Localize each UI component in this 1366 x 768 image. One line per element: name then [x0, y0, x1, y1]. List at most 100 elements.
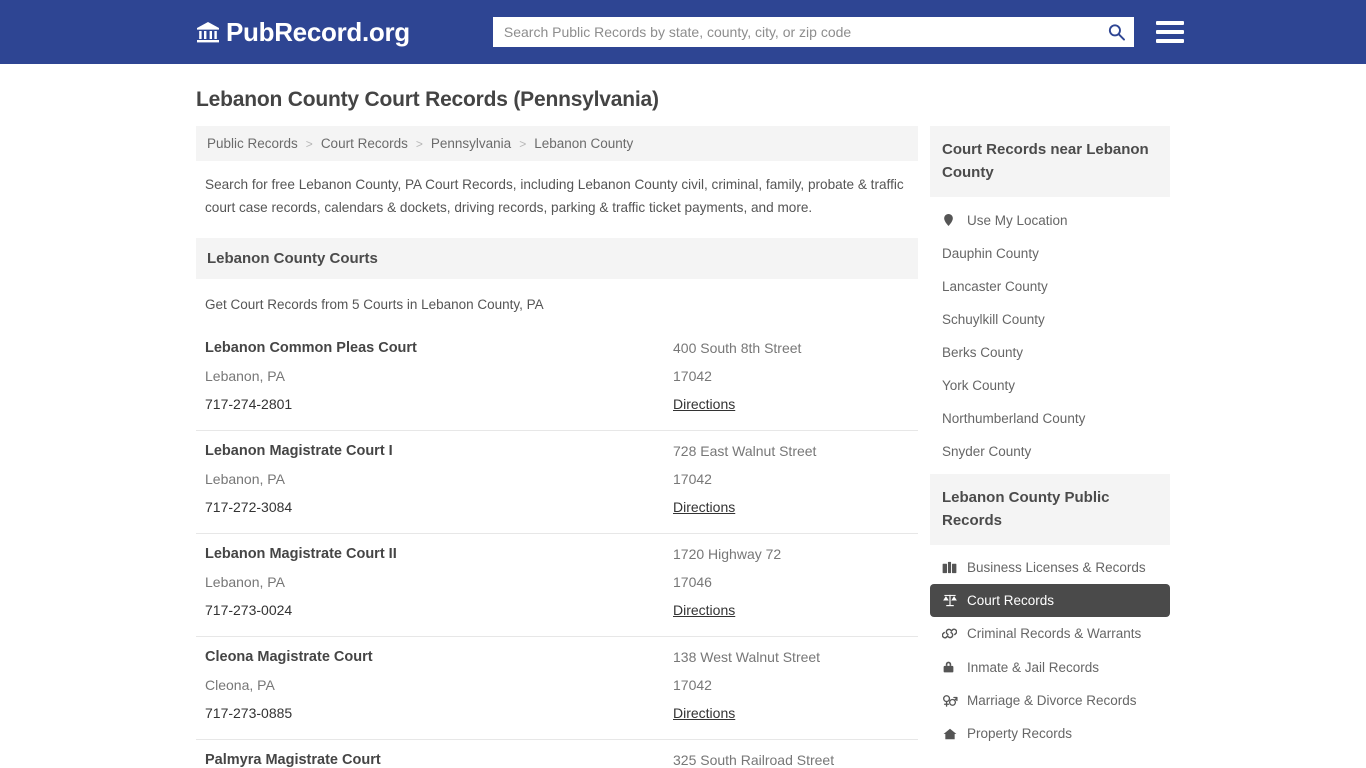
- court-zip: 17046: [673, 573, 712, 590]
- content-columns: Public Records > Court Records > Pennsyl…: [196, 126, 1170, 768]
- court-zip: 17042: [673, 676, 712, 693]
- court-phone[interactable]: 717-273-0885: [205, 705, 673, 721]
- sidebar-records-item-court-records-label: Court Records: [967, 593, 1055, 608]
- briefcase-icon: [942, 560, 958, 575]
- court-directions-link[interactable]: Directions: [673, 499, 909, 515]
- court-phone[interactable]: 717-273-0024: [205, 602, 673, 618]
- sidebar-nearby-box: Court Records near Lebanon County Use My…: [930, 126, 1170, 468]
- sidebar-records-item-property-records-label: Property Records: [967, 726, 1073, 741]
- court-row: Cleona Magistrate Court Cleona, PA 717-273…: [196, 635, 918, 739]
- sidebar-records-item-business-licenses-records[interactable]: Business Licenses & Records: [930, 551, 1170, 584]
- sidebar-nearby-item-york-county-label: York County: [942, 378, 1016, 393]
- breadcrumb-separator-icon: >: [415, 136, 423, 151]
- court-left: Lebanon Magistrate Court II Lebanon, PA 71…: [205, 546, 673, 618]
- lock-icon: [942, 659, 958, 675]
- sidebar: Court Records near Lebanon County Use My…: [930, 126, 1170, 756]
- gender-symbols-icon: [942, 693, 958, 708]
- scales-of-justice-icon: [942, 593, 958, 608]
- sidebar-records-item-court-records[interactable]: Court Records: [930, 584, 1170, 617]
- sidebar-nearby-heading: Court Records near Lebanon County: [930, 126, 1170, 197]
- sidebar-nearby-item-schuylkill-county[interactable]: Schuylkill County: [930, 303, 1170, 336]
- court-zip: 17042: [673, 470, 712, 487]
- court-street: 400 South 8th Street: [673, 339, 802, 356]
- courts-section-heading: Lebanon County Courts: [196, 237, 918, 279]
- sidebar-nearby-list: Use My Location Dauphin County Lancaster C…: [930, 197, 1170, 468]
- court-row: Palmyra Magistrate CourtPalmyra, PA717-8…: [196, 738, 918, 768]
- search-button[interactable]: [1107, 23, 1126, 42]
- page-intro-text: Search for free Lebanon County, PA Court…: [205, 177, 904, 216]
- court-row: Lebanon Common Pleas Court Lebanon, PA 717…: [196, 328, 918, 430]
- breadcrumb-item-0[interactable]: Public Records: [207, 136, 298, 151]
- court-right: 325 South Railroad Street17078Directions: [673, 752, 909, 768]
- court-phone[interactable]: 717-274-2801: [205, 396, 673, 412]
- court-name[interactable]: Lebanon Magistrate Court I: [205, 443, 673, 459]
- court-directions-link[interactable]: Directions: [673, 705, 909, 721]
- search-bar: [492, 17, 1134, 47]
- main-column: Public Records > Court Records > Pennsyl…: [196, 126, 918, 768]
- court-right: 1720 Highway 72 17046 Directions: [673, 546, 909, 618]
- breadcrumb-item-1[interactable]: Court Records: [321, 136, 408, 151]
- court-right: 400 South 8th Street 17042 Directions: [673, 340, 909, 412]
- sidebar-nearby-item-berks-county[interactable]: Berks County: [930, 336, 1170, 369]
- court-row: Lebanon Magistrate Court I Lebanon, PA 717…: [196, 429, 918, 533]
- sidebar-nearby-item-use-my-location[interactable]: Use My Location: [930, 203, 1170, 237]
- sidebar-nearby-item-dauphin-county[interactable]: Dauphin County: [930, 237, 1170, 270]
- breadcrumb-separator-icon: >: [519, 136, 527, 151]
- court-street: 138 West Walnut Street: [673, 648, 821, 665]
- sidebar-records-item-marriage-divorce-records-label: Marriage & Divorce Records: [967, 693, 1137, 708]
- court-zip: 17042: [673, 367, 712, 384]
- court-street: 325 South Railroad Street: [673, 751, 835, 768]
- sidebar-records-item-inmate-jail-records-label: Inmate & Jail Records: [967, 659, 1100, 675]
- sidebar-nearby-item-northumberland-county-label: Northumberland County: [942, 411, 1086, 426]
- sidebar-nearby-item-berks-county-label: Berks County: [942, 345, 1024, 360]
- site-logo[interactable]: PubRecord.org: [196, 17, 410, 48]
- court-name[interactable]: Lebanon Magistrate Court II: [205, 546, 673, 562]
- breadcrumb-item-2[interactable]: Pennsylvania: [431, 136, 511, 151]
- court-right: 728 East Walnut Street 17042 Directions: [673, 443, 909, 515]
- sidebar-records-item-inmate-jail-records[interactable]: Inmate & Jail Records: [930, 650, 1170, 684]
- court-city: Lebanon, PA: [205, 573, 285, 590]
- search-icon: [1107, 24, 1126, 45]
- breadcrumb: Public Records > Court Records > Pennsyl…: [196, 126, 918, 161]
- court-city: Lebanon, PA: [205, 470, 285, 487]
- page-title: Lebanon County Court Records (Pennsylvan…: [196, 88, 659, 111]
- site-header: PubRecord.org: [0, 0, 1366, 64]
- court-directions-link[interactable]: Directions: [673, 602, 909, 618]
- court-name[interactable]: Palmyra Magistrate Court: [205, 752, 673, 768]
- sidebar-nearby-item-snyder-county[interactable]: Snyder County: [930, 435, 1170, 468]
- page-container: Lebanon County Court Records (Pennsylvan…: [0, 88, 1366, 768]
- sidebar-nearby-item-lancaster-county-label: Lancaster County: [942, 279, 1048, 294]
- sidebar-nearby-item-york-county[interactable]: York County: [930, 369, 1170, 402]
- breadcrumb-separator-icon: >: [305, 136, 313, 151]
- breadcrumb-item-3[interactable]: Lebanon County: [534, 136, 633, 151]
- sidebar-records-item-business-licenses-records-label: Business Licenses & Records: [967, 560, 1146, 575]
- sidebar-nearby-item-lancaster-county[interactable]: Lancaster County: [930, 270, 1170, 303]
- sidebar-records-item-property-records[interactable]: Property Records: [930, 717, 1170, 750]
- court-street: 728 East Walnut Street: [673, 442, 817, 459]
- court-left: Lebanon Magistrate Court I Lebanon, PA 717…: [205, 443, 673, 515]
- bank-building-icon: [196, 20, 220, 44]
- sidebar-public-records-box: Lebanon County Public Records Business L…: [930, 474, 1170, 750]
- sidebar-public-records-heading: Lebanon County Public Records: [930, 474, 1170, 545]
- map-pin-icon: [942, 212, 958, 228]
- court-left: Lebanon Common Pleas Court Lebanon, PA 717…: [205, 340, 673, 412]
- court-city: Lebanon, PA: [205, 367, 285, 384]
- court-phone[interactable]: 717-272-3084: [205, 499, 673, 515]
- handcuffs-icon: [941, 626, 958, 641]
- sidebar-nearby-item-schuylkill-county-label: Schuylkill County: [942, 312, 1045, 327]
- sidebar-records-item-criminal-records-warrants-label: Criminal Records & Warrants: [967, 626, 1142, 641]
- court-row: Lebanon Magistrate Court II Lebanon, PA 71…: [196, 532, 918, 636]
- court-name[interactable]: Lebanon Common Pleas Court: [205, 340, 673, 356]
- sidebar-records-item-criminal-records-warrants[interactable]: Criminal Records & Warrants: [930, 617, 1170, 650]
- courts-section-subheading: Get Court Records from 5 Courts in Leban…: [205, 296, 544, 312]
- hamburger-menu-icon[interactable]: [1155, 21, 1184, 43]
- court-name[interactable]: Cleona Magistrate Court: [205, 649, 673, 665]
- house-icon: [942, 727, 958, 741]
- court-directions-link[interactable]: Directions: [673, 396, 909, 412]
- search-input[interactable]: [492, 17, 1134, 47]
- court-street: 1720 Highway 72: [673, 545, 782, 562]
- court-left: Cleona Magistrate Court Cleona, PA 717-273…: [205, 649, 673, 721]
- sidebar-nearby-item-northumberland-county[interactable]: Northumberland County: [930, 402, 1170, 435]
- sidebar-public-records-list: Business Licenses & Records Court Records…: [930, 545, 1170, 750]
- sidebar-records-item-marriage-divorce-records[interactable]: Marriage & Divorce Records: [930, 684, 1170, 717]
